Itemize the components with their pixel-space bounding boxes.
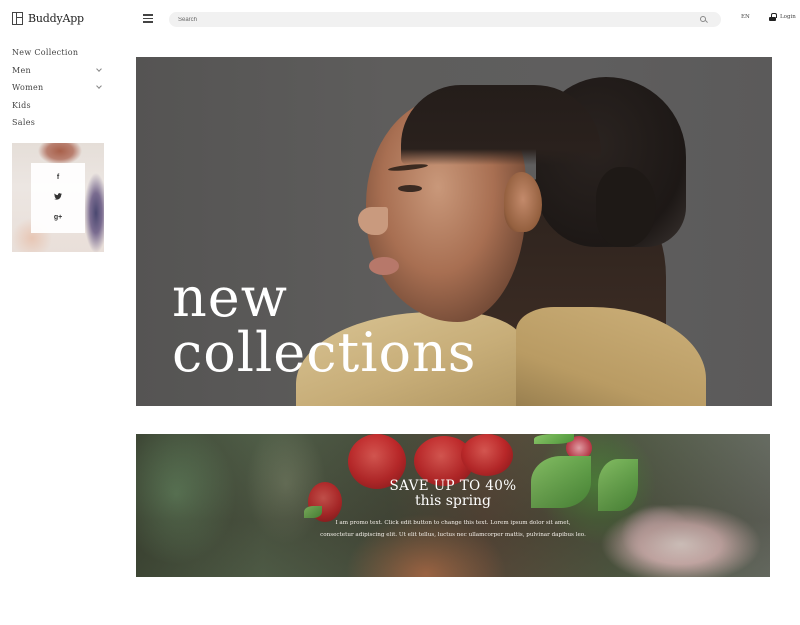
sidebar-item-label: Men <box>12 65 31 75</box>
banner-text-line: I am promo text. Click edit button to ch… <box>335 520 571 526</box>
hero-photo-eye <box>398 185 422 192</box>
hero-photo-nose <box>358 207 388 235</box>
banner-title: SAVE UP TO 40% <box>389 478 517 494</box>
top-header: BuddyApp EN Login <box>0 0 800 40</box>
sidebar-item-label: Sales <box>12 118 36 128</box>
sidebar-nav: New Collection Men Women Kids Sales <box>12 44 104 132</box>
hero-photo-jacket <box>516 307 706 406</box>
banner-content: SAVE UP TO 40% this spring I am promo te… <box>136 478 770 541</box>
chevron-down-icon[interactable] <box>96 65 102 72</box>
sidebar-item-men[interactable]: Men <box>12 62 104 80</box>
promo-banner[interactable]: SAVE UP TO 40% this spring I am promo te… <box>136 434 770 577</box>
chevron-down-icon[interactable] <box>96 83 102 90</box>
hero-banner[interactable]: new collections <box>136 57 772 406</box>
sidebar-item-label: New Collection <box>12 48 79 58</box>
sidebar-item-new-collection[interactable]: New Collection <box>12 44 104 62</box>
social-links: f g+ <box>31 163 85 233</box>
sidebar-item-label: Kids <box>12 100 31 110</box>
search-input[interactable] <box>178 12 678 27</box>
login-label: Login <box>780 14 796 20</box>
sidebar-item-label: Women <box>12 83 44 93</box>
login-button[interactable]: Login <box>769 13 796 21</box>
google-plus-icon[interactable]: g+ <box>54 214 62 222</box>
logo[interactable]: BuddyApp <box>12 12 84 25</box>
lock-icon <box>769 13 777 21</box>
language-selector[interactable]: EN <box>741 14 750 20</box>
hero-title: new collections <box>172 270 476 380</box>
hero-title-line: collections <box>172 321 477 384</box>
banner-subtitle: this spring <box>414 493 492 509</box>
hero-photo-hair <box>401 85 601 165</box>
hero-photo-hair <box>596 167 656 247</box>
app-name: BuddyApp <box>28 12 84 25</box>
hero-title-line: new <box>172 266 288 329</box>
twitter-icon[interactable] <box>54 193 62 203</box>
search-bar <box>169 12 721 27</box>
sidebar-item-sales[interactable]: Sales <box>12 114 104 132</box>
book-icon <box>12 12 23 25</box>
search-icon[interactable] <box>700 16 706 22</box>
menu-list-icon[interactable] <box>143 14 153 23</box>
banner-text-line: consectetur adipiscing elit. Ut elit tel… <box>320 532 586 538</box>
sidebar-item-kids[interactable]: Kids <box>12 97 104 115</box>
sidebar-promo-image: f g+ <box>12 143 104 252</box>
banner-text: I am promo text. Click edit button to ch… <box>136 517 770 541</box>
sidebar-item-women[interactable]: Women <box>12 79 104 97</box>
facebook-icon[interactable]: f <box>57 174 59 182</box>
